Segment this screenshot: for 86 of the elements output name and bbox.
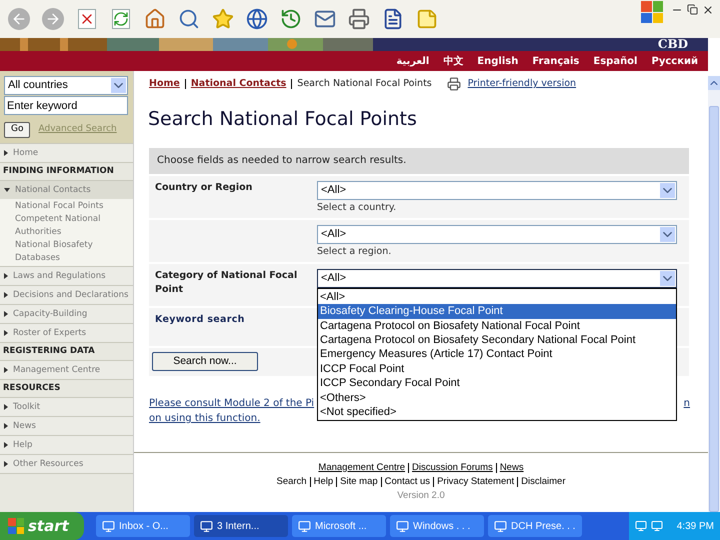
version-text: Version 2.0 <box>397 488 445 503</box>
sidebar-heading: FINDING INFORMATION <box>3 165 114 178</box>
footer-link[interactable]: Privacy Statement <box>437 474 514 489</box>
footer-link[interactable]: Contact us <box>384 474 430 489</box>
search-now-button[interactable]: Search now... <box>152 352 258 372</box>
field-label: Category of National Focal Point <box>155 268 298 297</box>
dropdown-option[interactable]: ICCP Secondary Focal Point <box>318 376 676 391</box>
field-hint: Select a region. <box>317 244 392 259</box>
window-icon <box>102 520 115 532</box>
module-link[interactable]: Please consult Module 2 of the Pi <box>149 396 314 411</box>
sidebar-item[interactable]: Other Resources <box>0 455 133 473</box>
form-instructions: Choose fields as needed to narrow search results. <box>157 154 406 168</box>
sidebar-item[interactable]: Toolkit <box>0 398 133 416</box>
dropdown-option[interactable]: <Not specified> <box>318 405 676 420</box>
sidebar-subitem[interactable]: Competent National Authorities <box>15 213 133 239</box>
breadcrumb-current: Search National Focal Points <box>297 77 432 91</box>
field-label: Country or Region <box>155 180 254 195</box>
language-link[interactable]: Русский <box>651 54 698 68</box>
sidebar-item[interactable]: Help <box>0 436 133 454</box>
module-link[interactable]: n <box>684 396 690 411</box>
sidebar-item[interactable]: Roster of Experts <box>0 324 133 342</box>
breadcrumb-link[interactable]: Home <box>149 77 180 92</box>
window-icon <box>494 520 507 532</box>
scroll-up-icon[interactable] <box>708 76 720 90</box>
taskbar-button[interactable]: DCH Prese. . . <box>488 515 582 537</box>
taskbar-button[interactable]: Inbox - O... <box>96 515 190 537</box>
footer-link[interactable]: Site map <box>340 474 378 489</box>
field-hint: Select a country. <box>317 200 398 215</box>
globe-icon[interactable] <box>244 6 270 32</box>
clock: 4:39 PM <box>676 520 714 534</box>
taskbar-button[interactable]: Windows . . . <box>390 515 484 537</box>
language-link[interactable]: English <box>477 54 518 68</box>
dropdown-option[interactable]: Cartagena Protocol on Biosafety Secondary National Focal Point <box>318 332 676 348</box>
country-select[interactable]: All countries <box>4 76 128 95</box>
breadcrumb-link[interactable]: National Contacts <box>190 77 286 92</box>
sidebar-item[interactable]: Home <box>0 144 133 162</box>
sidebar-heading: REGISTERING DATA <box>3 345 95 358</box>
site-logo: CBD <box>658 38 688 51</box>
scrollbar[interactable] <box>708 76 720 512</box>
printer-icon <box>446 77 461 92</box>
windows-flag-icon <box>641 1 663 23</box>
language-link[interactable]: Español <box>593 54 638 68</box>
footer-link[interactable]: Help <box>314 474 334 489</box>
dropdown-option[interactable]: <All> <box>318 290 676 304</box>
footer-link[interactable]: Search <box>276 474 307 489</box>
module-link[interactable]: on using this function. <box>149 410 260 426</box>
language-link[interactable]: 中文 <box>443 54 464 68</box>
close-icon[interactable] <box>702 4 714 16</box>
window-icon <box>200 520 213 532</box>
keyword-field[interactable]: Enter keyword <box>4 96 128 115</box>
footer-link[interactable]: News <box>500 460 524 475</box>
taskbar-button[interactable]: 3 Intern... <box>194 515 288 537</box>
field-label: Keyword search <box>154 312 245 327</box>
sidebar-subitem[interactable]: National Focal Points <box>15 200 133 213</box>
dropdown-option[interactable]: <Others> <box>318 390 676 405</box>
language-link[interactable]: Français <box>532 54 580 68</box>
restore-icon[interactable] <box>687 4 698 15</box>
dropdown-option[interactable]: ICCP Focal Point <box>318 362 676 376</box>
window-icon <box>396 520 409 532</box>
window-icon <box>298 520 311 532</box>
windows-flag-icon <box>8 518 24 534</box>
page-title: Search National Focal Points <box>148 107 418 132</box>
field-select[interactable]: <All> <box>317 268 677 288</box>
sidebar-item[interactable]: News <box>0 417 133 435</box>
dropdown-option[interactable]: Cartagena Protocol on Biosafety National Focal Point <box>318 318 676 333</box>
language-link[interactable]: العربية <box>396 54 430 68</box>
printer-icon[interactable] <box>346 6 372 32</box>
tray-icon[interactable] <box>650 520 663 532</box>
footer-link[interactable]: Management Centre <box>318 460 406 475</box>
sidebar-item[interactable]: Laws and Regulations <box>0 267 133 285</box>
tray-icon[interactable] <box>634 520 647 532</box>
sidebar-item[interactable]: Capacity-Building <box>0 305 133 323</box>
field-select[interactable]: <All> <box>317 180 677 200</box>
dropdown-option[interactable]: Biosafety Clearing-House Focal Point <box>318 304 676 319</box>
sidebar-item[interactable]: Management Centre <box>0 361 133 379</box>
footer-link[interactable]: Disclaimer <box>521 474 566 489</box>
start-button[interactable]: start <box>0 512 84 540</box>
printer-friendly-link[interactable]: Printer-friendly version <box>468 77 576 92</box>
sidebar-item[interactable]: Decisions and Declarations <box>0 286 133 304</box>
dropdown-option[interactable]: Emergency Measures (Article 17) Contact Point <box>318 347 676 362</box>
sidebar-subitem[interactable]: National Biosafety Databases <box>15 239 133 265</box>
go-button[interactable]: Go <box>4 122 30 138</box>
footer-link[interactable]: Discussion Forums <box>412 460 493 475</box>
sidebar-heading: RESOURCES <box>3 382 60 395</box>
field-select[interactable]: <All> <box>317 224 677 244</box>
taskbar-button[interactable]: Microsoft ... <box>292 515 386 537</box>
